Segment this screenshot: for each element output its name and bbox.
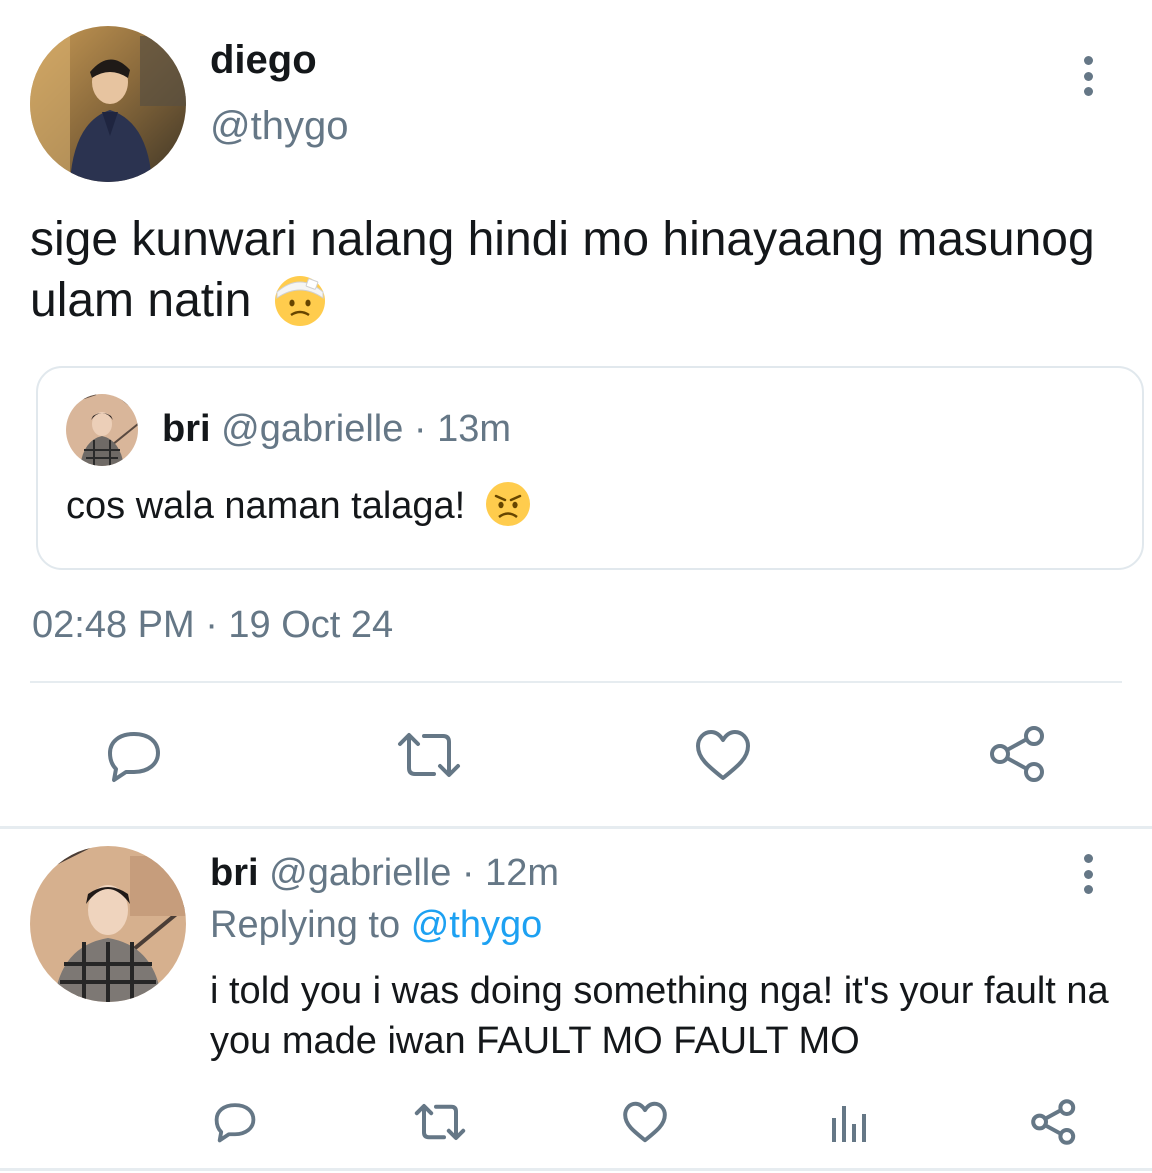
face-with-head-bandage-emoji — [271, 270, 329, 328]
like-icon[interactable] — [622, 1100, 668, 1144]
display-name[interactable]: diego — [210, 38, 317, 83]
quoted-text-content: cos wala naman talaga! — [66, 485, 466, 527]
separator: · — [451, 852, 486, 894]
quoted-tweet[interactable]: bri @gabrielle · 13m cos wala naman tala… — [36, 366, 1144, 570]
divider — [30, 681, 1122, 683]
tweet-thread: diego @thygo sige kunwari nalang hindi m… — [0, 0, 1152, 1173]
reply-icon[interactable] — [104, 728, 164, 784]
tweet-text: sige kunwari nalang hindi mo hinayaang m… — [30, 210, 1120, 331]
quoted-display-name[interactable]: bri — [162, 408, 211, 450]
separator: · — [403, 408, 438, 450]
quoted-handle[interactable]: @gabrielle — [221, 408, 403, 450]
reply-handle[interactable]: @gabrielle — [269, 852, 451, 894]
share-icon[interactable] — [988, 724, 1048, 784]
quoted-meta: bri @gabrielle · 13m — [162, 408, 511, 451]
reply-time: 12m — [485, 852, 560, 894]
tweet-text-content: sige kunwari nalang hindi mo hinayaang m… — [30, 213, 1095, 327]
replying-to-mention[interactable]: @thygo — [411, 904, 543, 946]
tweet-timestamp[interactable]: 02:48 PM · 19 Oct 24 — [32, 604, 393, 647]
reply-icon[interactable] — [212, 1100, 258, 1144]
reply-meta: bri @gabrielle · 12m — [210, 852, 559, 895]
more-options-icon[interactable] — [1072, 56, 1104, 96]
reply-avatar[interactable] — [30, 846, 186, 1002]
angry-face-emoji — [484, 480, 532, 528]
thread-divider — [0, 826, 1152, 829]
divider — [0, 1168, 1152, 1171]
quoted-time: 13m — [437, 408, 512, 450]
analytics-icon[interactable] — [828, 1100, 872, 1144]
quoted-text: cos wala naman talaga! — [66, 480, 532, 528]
retweet-icon[interactable] — [412, 1102, 468, 1142]
replying-to-label: Replying to — [210, 904, 401, 946]
reply-display-name[interactable]: bri — [210, 852, 259, 894]
like-icon[interactable] — [694, 728, 752, 782]
main-tweet: diego @thygo sige kunwari nalang hindi m… — [0, 0, 1152, 828]
handle[interactable]: @thygo — [210, 104, 348, 149]
retweet-icon[interactable] — [394, 730, 464, 780]
replying-to: Replying to @thygo — [210, 904, 542, 947]
reply-text: i told you i was doing something nga! it… — [210, 970, 1109, 1062]
share-icon[interactable] — [1030, 1098, 1078, 1146]
quoted-avatar[interactable] — [66, 394, 138, 466]
more-options-icon[interactable] — [1072, 854, 1104, 894]
avatar[interactable] — [30, 26, 186, 182]
